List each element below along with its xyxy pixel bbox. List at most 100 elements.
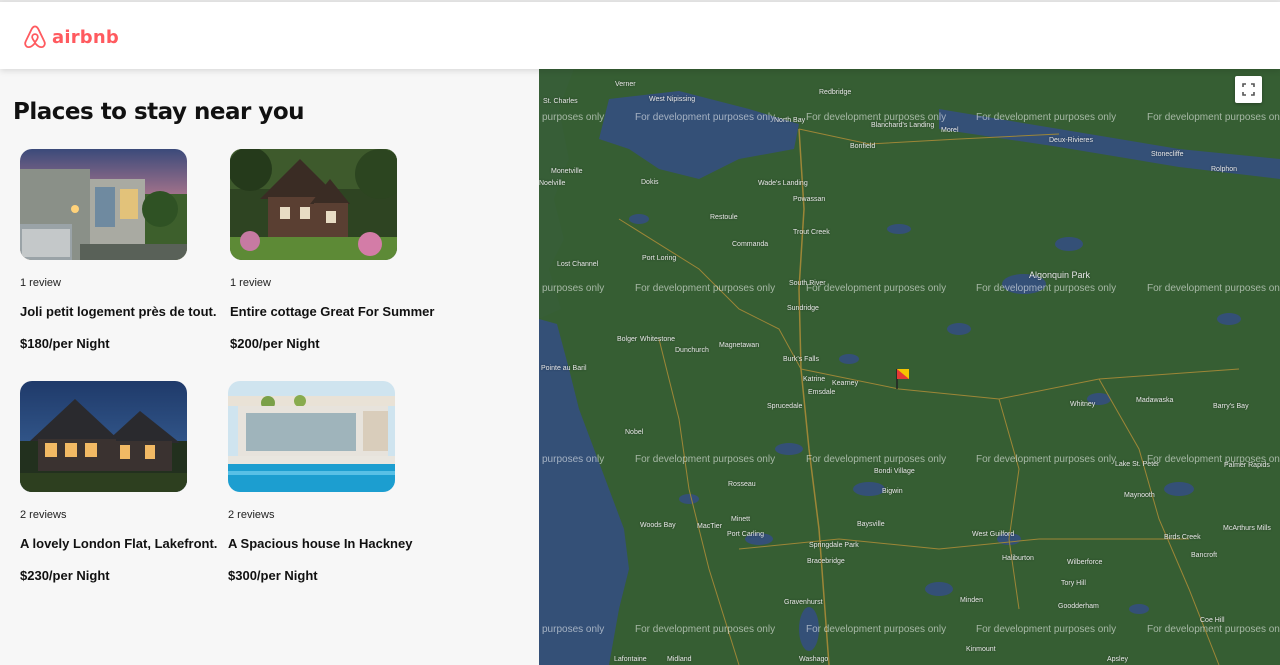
map-town-label: Birds Creek [1164,534,1201,541]
map-town-label: Powassan [793,196,826,203]
map-town-label: West Nipissing [649,96,696,103]
map-view[interactable]: purposes only For development purposes o… [539,69,1280,665]
listing-reviews: 1 review [230,277,271,289]
map-watermark: For development purposes only [976,624,1117,635]
listing-photo[interactable] [20,381,187,492]
map-town-label: Stonecliffe [1151,151,1184,158]
map-town-label: Redbridge [819,89,852,96]
map-watermark: For development purposes only [635,624,776,635]
listing-photo[interactable] [20,149,187,260]
listing-reviews: 1 review [20,277,61,289]
airbnb-logo-icon [24,25,46,49]
listing-card[interactable]: 2 reviews A Spacious house In Hackney $3… [228,381,468,583]
map-watermark: For development purposes only [806,454,947,465]
map-town-label: Wade's Landing [758,180,808,187]
map-town-label: Apsley [1107,656,1129,663]
airbnb-logo[interactable]: airbnb [22,24,119,50]
map-town-label: Whitney [1070,401,1096,408]
map-watermark: For development purposes only [1147,283,1280,294]
map-town-label: Port Loring [642,255,677,262]
map-town-label: Burk's Falls [783,356,819,363]
fullscreen-button[interactable] [1235,76,1262,103]
map-town-label: Sprucedale [767,403,803,410]
map-watermark: For development purposes only [1147,112,1280,123]
map-watermark: For development purposes only [976,112,1117,123]
map-town-label: Trout Creek [793,229,830,236]
map-town-label: Bonfield [850,143,876,150]
map-town-label: Woods Bay [640,522,676,529]
map-town-label: Gravenhurst [784,599,823,606]
map-town-label: Nobel [625,429,644,436]
map-watermark: For development purposes only [806,624,947,635]
map-town-label: Goodderham [1058,603,1099,610]
listing-card[interactable]: 1 review Joli petit logement près de tou… [20,149,260,351]
map-town-label: Rolphon [1211,166,1238,173]
app-header: airbnb [0,2,1280,69]
map-town-label: West Guilford [972,531,1015,538]
map-town-label: Kinmount [966,646,996,653]
map-town-label: McArthurs Mills [1223,525,1271,532]
map-town-label: Pointe au Baril [541,365,587,372]
map-town-label: Lake St. Peter [1115,461,1160,468]
map-town-label: Rosseau [728,481,756,488]
map-town-label: Barry's Bay [1213,403,1249,410]
map-town-label: Kearney [832,380,859,387]
map-town-label: Commanda [732,241,769,248]
map-town-label: South River [789,280,826,287]
map-town-label: North Bay [774,117,806,124]
listing-title[interactable]: Joli petit logement près de tout. [20,304,260,319]
map-town-label: Restoule [710,214,738,221]
map-town-label: Wilberforce [1067,559,1103,566]
map-watermark: purposes only [542,454,605,465]
map-town-label: Minden [960,597,983,604]
listing-price: $180/per Night [20,336,110,351]
map-town-label: Noelville [539,180,566,187]
map-town-label: Tory Hill [1061,580,1086,587]
listing-reviews: 2 reviews [20,509,67,521]
map-town-label: Maynooth [1124,492,1155,499]
map-town-label: St. Charles [543,98,578,105]
listing-card[interactable]: 1 review Entire cottage Great For Summer… [230,149,470,351]
map-town-label: Emsdale [808,389,836,396]
map-town-label: Washago [799,656,829,663]
map-town-label: Bigwin [882,488,903,495]
location-flag-icon[interactable] [896,367,910,389]
map-watermark: For development purposes only [806,283,947,294]
map-town-label: Bolger [617,336,638,343]
map-town-label: Port Carling [727,531,764,538]
listing-price: $200/per Night [230,336,320,351]
map-town-label: Midland [667,656,692,663]
map-watermark: For development purposes only [976,283,1117,294]
map-watermark: purposes only [542,112,605,123]
map-town-label: Bondi Village [874,468,915,475]
page-title: Places to stay near you [13,99,305,125]
map-watermark: purposes only [542,624,605,635]
map-town-label: Palmer Rapids [1224,462,1270,469]
map-watermark: purposes only [542,283,605,294]
map-town-label: Lafontaine [614,656,647,663]
map-watermark: For development purposes only [635,283,776,294]
listing-title[interactable]: Entire cottage Great For Summer [230,304,470,319]
map-town-label: Algonquin Park [1029,270,1091,280]
listing-photo[interactable] [228,381,395,492]
map-town-label: Monetville [551,168,583,175]
map-watermark: For development purposes only [635,112,776,123]
map-town-label: Minett [731,516,751,523]
listing-card[interactable]: 2 reviews A lovely London Flat, Lakefron… [20,381,260,583]
fullscreen-icon [1242,83,1255,96]
map-town-label: Baysville [857,521,885,528]
map-town-label: Deux-Rivieres [1049,137,1093,144]
listing-photo[interactable] [230,149,397,260]
map-town-label: Haliburton [1002,555,1034,562]
map-watermark: For development purposes only [635,454,776,465]
map-town-label: Morel [941,127,959,134]
map-town-label: Coe Hill [1200,617,1225,624]
map-town-label: Whitestone [640,336,676,343]
listing-reviews: 2 reviews [228,509,275,521]
listing-title[interactable]: A lovely London Flat, Lakefront. [20,536,260,551]
map-watermark: For development purposes only [976,454,1117,465]
logo-text: airbnb [52,26,119,48]
listing-price: $230/per Night [20,568,110,583]
listing-title[interactable]: A Spacious house In Hackney [228,536,468,551]
listings-panel: Places to stay near you 1 review Joli pe… [0,69,539,665]
